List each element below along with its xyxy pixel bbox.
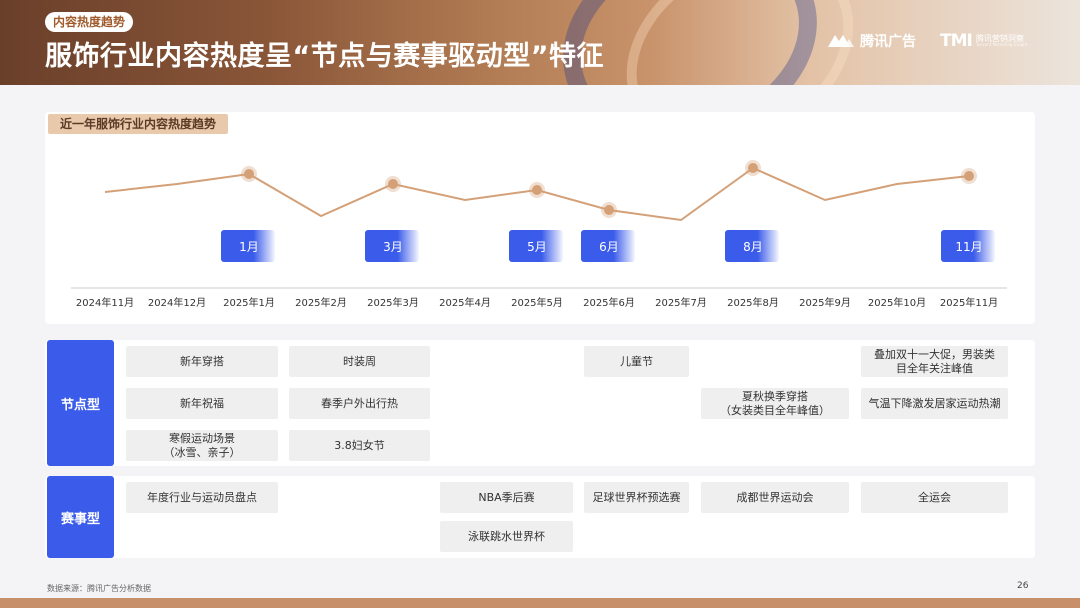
x-tick-label: 2025年4月 [439, 296, 491, 309]
event-cell: 泳联跳水世界杯 [440, 521, 573, 552]
trend-line-chart: 1月 3月 5月 6月 8月 11月 2024年11月 2024年12月 2025年1月 2025… [71, 160, 1007, 309]
x-tick-label: 2025年2月 [295, 296, 347, 309]
node-cell: 时装周 [289, 346, 430, 377]
peak-marker [388, 179, 398, 189]
tencent-ads-logo: 腾讯广告 [826, 31, 916, 51]
peak-marker [964, 171, 974, 181]
x-tick-label: 2024年11月 [76, 296, 134, 309]
month-badge: 8月 [725, 230, 779, 262]
month-badge-label: 3月 [383, 240, 403, 254]
logo-text: 腾讯广告 [860, 34, 916, 50]
month-badge: 6月 [581, 230, 635, 262]
event-cell: 足球世界杯预选赛 [584, 482, 689, 513]
node-cell: 儿童节 [584, 346, 689, 377]
peak-marker [532, 185, 542, 195]
x-tick-label: 2025年6月 [583, 296, 635, 309]
node-cell: 气温下降激发居家运动热潮 [861, 388, 1008, 419]
event-cell: 年度行业与运动员盘点 [126, 482, 278, 513]
footer-bar [0, 598, 1080, 608]
x-tick-label: 2025年3月 [367, 296, 419, 309]
event-cell: NBA季后赛 [440, 482, 573, 513]
node-cell: 叠加双十一大促，男装类 目全年关注峰值 [861, 346, 1008, 377]
month-badge: 1月 [221, 230, 275, 262]
event-row-label: 赛事型 [47, 476, 114, 558]
month-badge-label: 11月 [955, 240, 982, 254]
month-badge: 5月 [509, 230, 563, 262]
tmi-en-text: Tencent Marketing Insight [975, 42, 1028, 47]
trend-chart-panel: 1月 3月 5月 6月 8月 11月 2024年11月 2024年12月 2025年1月 2025… [45, 112, 1035, 324]
tencent-ads-icon [828, 35, 854, 47]
node-cell: 夏秋换季穿搭 （女装类目全年峰值） [701, 388, 849, 419]
x-tick-label: 2025年1月 [223, 296, 275, 309]
node-row-label: 节点型 [47, 340, 114, 466]
tmi-mark: TMI [940, 31, 973, 51]
peak-marker [604, 205, 614, 215]
section-tag: 内容热度趋势 [45, 12, 134, 32]
month-badge-label: 6月 [599, 240, 619, 254]
x-tick-label: 2025年8月 [727, 296, 779, 309]
x-tick-label: 2025年10月 [868, 296, 926, 309]
node-cell: 春季户外出行热 [289, 388, 430, 419]
event-cell: 成都世界运动会 [701, 482, 849, 513]
page-title: 服饰行业内容热度呈“节点与赛事驱动型”特征 [45, 41, 604, 72]
tmi-logo: TMI 腾讯营销洞察 Tencent Marketing Insight [940, 31, 1027, 51]
node-cell: 新年穿搭 [126, 346, 278, 377]
header-banner: 内容热度趋势 服饰行业内容热度呈“节点与赛事驱动型”特征 腾讯广告 TMI 腾讯… [0, 0, 1080, 85]
month-badge-label: 1月 [239, 240, 259, 254]
month-badge: 3月 [365, 230, 419, 262]
node-cell: 新年祝福 [126, 388, 278, 419]
month-badge-label: 5月 [527, 240, 547, 254]
peak-marker [748, 163, 758, 173]
x-tick-label: 2025年11月 [940, 296, 998, 309]
x-tick-label: 2025年9月 [799, 296, 851, 309]
event-cell: 全运会 [861, 482, 1008, 513]
x-tick-label: 2025年7月 [655, 296, 707, 309]
x-tick-label: 2025年5月 [511, 296, 563, 309]
x-tick-label: 2024年12月 [148, 296, 206, 309]
peak-marker [244, 169, 254, 179]
month-badge: 11月 [941, 230, 995, 262]
data-source: 数据来源：腾讯广告分析数据 [47, 584, 151, 593]
month-badge-label: 8月 [743, 240, 763, 254]
node-cell: 3.8妇女节 [289, 430, 430, 461]
chart-label: 近一年服饰行业内容热度趋势 [48, 114, 229, 134]
page-number: 26 [1017, 581, 1029, 591]
node-cell: 寒假运动场景 （冰雪、亲子） [126, 430, 278, 461]
